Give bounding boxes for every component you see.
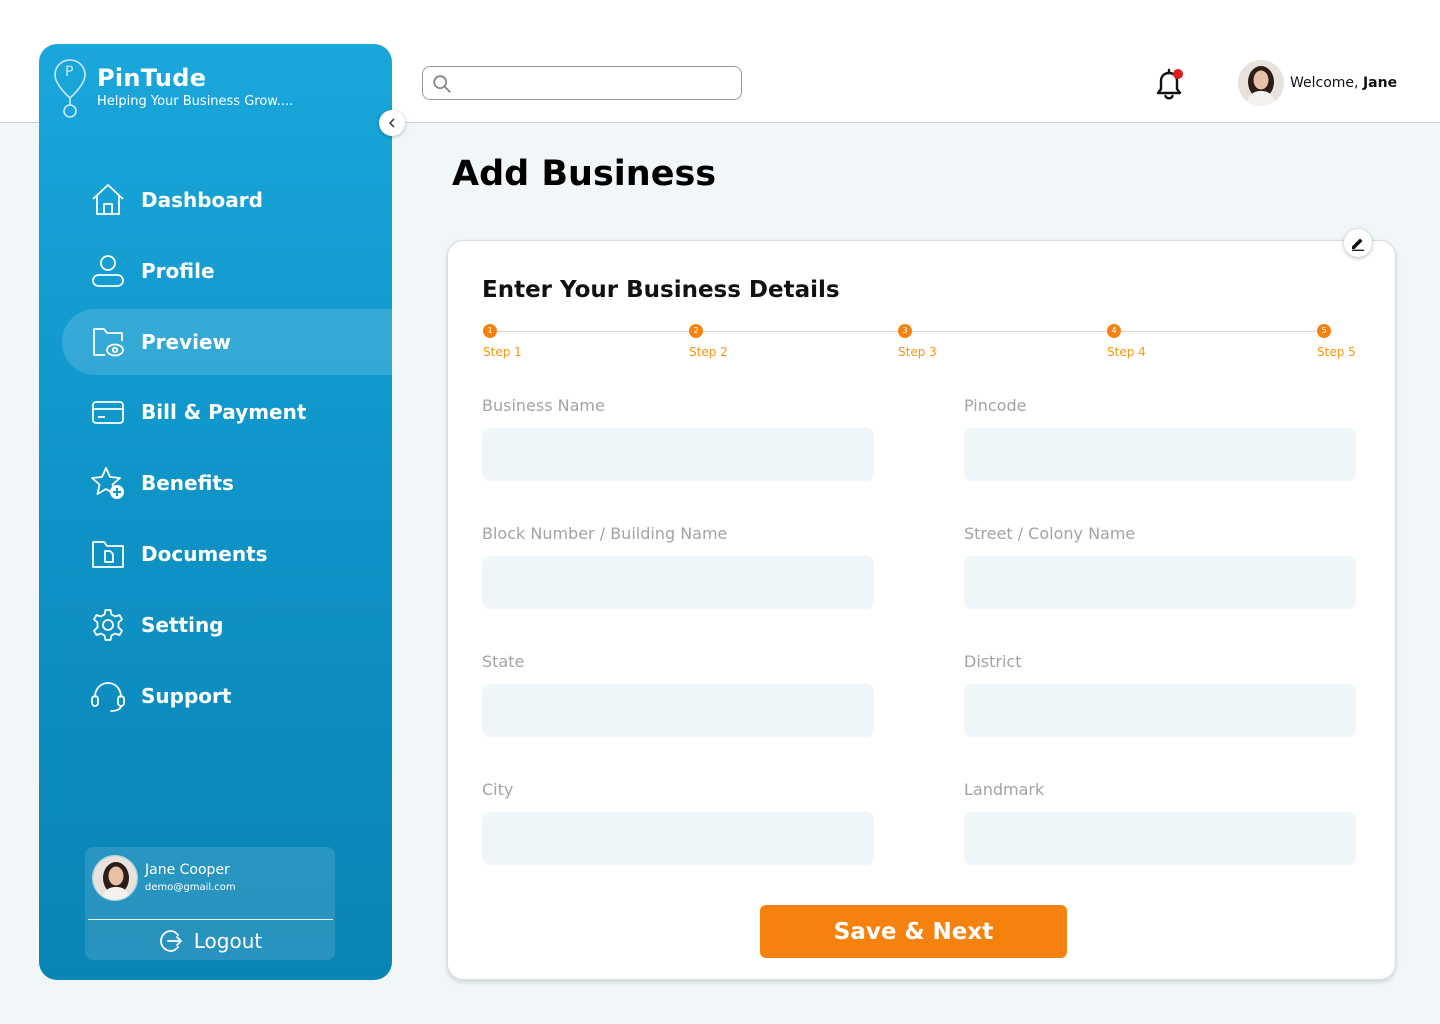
collapse-sidebar-button[interactable] (379, 110, 405, 136)
city-label: City (482, 780, 514, 799)
step-2[interactable]: 2 Step 2 (689, 324, 728, 359)
sidebar-item-dashboard[interactable]: Dashboard (62, 167, 392, 233)
sidebar-item-label: Bill & Payment (141, 400, 307, 424)
welcome-username: Jane (1362, 75, 1398, 91)
step-dot: 3 (898, 324, 912, 338)
district-input[interactable] (964, 684, 1356, 737)
home-icon (92, 184, 124, 215)
welcome-prefix: Welcome, (1290, 75, 1359, 91)
block-building-label: Block Number / Building Name (482, 524, 728, 543)
user-card: Jane Cooper demo@gmail.com Logout (85, 847, 335, 960)
street-colony-input[interactable] (964, 556, 1356, 609)
business-form-card: Enter Your Business Details 1 Step 1 2 S… (447, 229, 1396, 980)
sidebar-item-setting[interactable]: Setting (62, 592, 392, 658)
search-bar[interactable] (422, 66, 742, 100)
sidebar-item-bill-payment[interactable]: Bill & Payment (62, 379, 392, 445)
search-input[interactable] (459, 71, 735, 95)
logo-letter: P (65, 64, 74, 80)
sidebar-item-label: Documents (141, 542, 268, 566)
notification-button[interactable] (1152, 66, 1186, 102)
pencil-icon (1352, 238, 1364, 251)
credit-card-icon (92, 401, 124, 424)
business-name-label: Business Name (482, 396, 605, 415)
step-dot: 1 (483, 324, 497, 338)
step-3[interactable]: 3 Step 3 (898, 324, 937, 359)
step-label: Step 5 (1317, 345, 1356, 359)
step-label: Step 2 (689, 345, 728, 359)
block-building-input[interactable] (482, 556, 874, 609)
state-input[interactable] (482, 684, 874, 737)
logout-label: Logout (193, 928, 263, 953)
sidebar-item-documents[interactable]: Documents (62, 521, 392, 587)
search-icon (433, 75, 451, 93)
step-5[interactable]: 5 Step 5 (1317, 324, 1356, 359)
step-label: Step 3 (898, 345, 937, 359)
sidebar-item-support[interactable]: Support (62, 663, 392, 729)
pincode-input[interactable] (964, 428, 1356, 481)
pincode-label: Pincode (964, 396, 1027, 415)
user-email: demo@gmail.com (145, 882, 236, 893)
sidebar-item-label: Support (141, 684, 232, 708)
notification-dot (1173, 69, 1183, 79)
user-greeting[interactable]: Welcome, Jane (1238, 60, 1397, 106)
document-folder-icon (92, 541, 124, 568)
chevron-left-icon (388, 118, 395, 128)
business-name-input[interactable] (482, 428, 874, 481)
sidebar-item-label: Dashboard (141, 188, 263, 212)
step-dot: 5 (1317, 324, 1331, 338)
landmark-input[interactable] (964, 812, 1356, 865)
gear-icon (93, 609, 123, 641)
sidebar-item-label: Profile (141, 259, 215, 283)
sidebar-item-label: Benefits (141, 471, 234, 495)
step-label: Step 4 (1107, 345, 1146, 359)
step-label: Step 1 (483, 345, 522, 359)
sidebar: P PinTude Helping Your Business Grow....… (39, 44, 405, 980)
brand-name: PinTude (97, 64, 207, 92)
sidebar-item-profile[interactable]: Profile (62, 238, 392, 304)
step-1[interactable]: 1 Step 1 (483, 324, 522, 359)
sidebar-item-label: Preview (141, 330, 232, 354)
street-colony-label: Street / Colony Name (964, 524, 1136, 543)
form-title: Enter Your Business Details (482, 277, 840, 303)
divider (88, 919, 333, 920)
save-next-button[interactable]: Save & Next (760, 905, 1067, 958)
state-label: State (482, 652, 525, 671)
folder-eye-icon (93, 328, 124, 357)
sidebar-item-label: Setting (141, 613, 224, 637)
landmark-label: Landmark (964, 780, 1045, 799)
logout-icon (159, 929, 182, 952)
sidebar-item-benefits[interactable]: Benefits (62, 450, 392, 516)
page-title: Add Business (452, 154, 717, 194)
district-label: District (964, 652, 1022, 671)
user-name: Jane Cooper (145, 862, 230, 878)
step-4[interactable]: 4 Step 4 (1107, 324, 1146, 359)
star-plus-icon (91, 467, 124, 499)
avatar (92, 855, 138, 901)
headset-icon (91, 682, 125, 712)
city-input[interactable] (482, 812, 874, 865)
user-icon (92, 255, 124, 287)
avatar (1238, 60, 1284, 106)
logout-button[interactable]: Logout (85, 921, 335, 960)
sidebar-item-preview[interactable]: Preview (62, 309, 392, 375)
step-dot: 4 (1107, 324, 1121, 338)
step-dot: 2 (689, 324, 703, 338)
edit-button[interactable] (1344, 229, 1372, 257)
brand-tagline: Helping Your Business Grow.... (97, 94, 294, 109)
bell-icon (1156, 68, 1183, 100)
